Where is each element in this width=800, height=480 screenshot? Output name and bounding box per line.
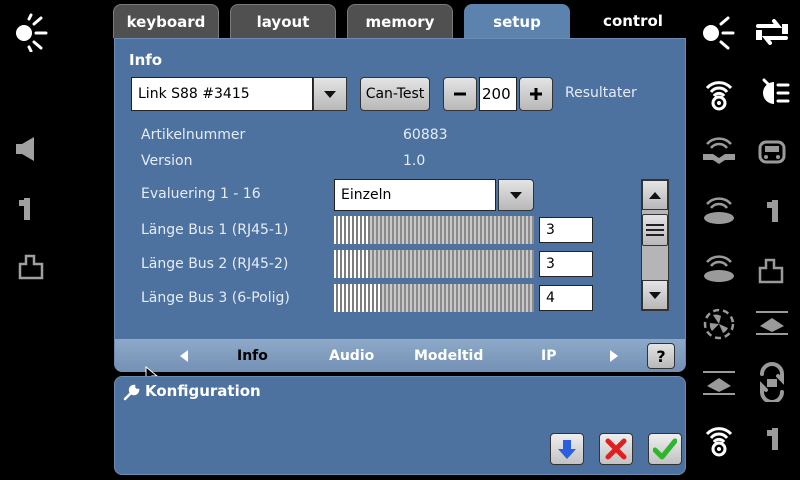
article-label: Artikelnummer xyxy=(141,127,246,143)
tab-memory-label: memory xyxy=(365,12,435,31)
version-label: Version xyxy=(141,153,193,169)
cab-light-icon[interactable] xyxy=(750,130,794,170)
coupler-icon[interactable] xyxy=(750,190,794,230)
pantograph-icon[interactable] xyxy=(697,362,741,402)
bus-length-label: Länge Bus 1 (RJ45-1) xyxy=(141,222,289,238)
bus-length-label: Länge Bus 3 (6-Polig) xyxy=(141,290,290,306)
can-test-button[interactable]: Can-Test xyxy=(360,77,430,111)
sub-tab-info[interactable]: Info xyxy=(237,339,268,372)
bus-length-slider[interactable] xyxy=(334,250,534,278)
sub-tab-bar: Info Audio Modeltid IP ? xyxy=(115,339,685,372)
tab-layout[interactable]: layout xyxy=(230,4,336,38)
tab-setup[interactable]: setup xyxy=(464,4,570,40)
bus-length-value-field[interactable]: 4 xyxy=(539,285,593,311)
arrow-down-icon xyxy=(558,440,576,459)
shunting-icon[interactable] xyxy=(750,362,794,402)
can-test-label: Can-Test xyxy=(365,86,425,102)
coupler-icon[interactable] xyxy=(2,188,46,228)
scrollbar[interactable] xyxy=(641,179,669,311)
tab-memory[interactable]: memory xyxy=(347,4,453,38)
device-select-value: Link S88 #3415 xyxy=(138,86,250,102)
tab-control-label: control xyxy=(603,12,663,30)
chevron-down-icon xyxy=(510,191,522,199)
bus-length-slider[interactable] xyxy=(334,284,534,312)
radio-signal-icon[interactable] xyxy=(697,72,741,112)
article-value: 60883 xyxy=(403,127,448,143)
bus-length-slider-fill xyxy=(334,250,370,278)
bus-length-slider-fill xyxy=(334,284,382,312)
chevron-down-icon xyxy=(649,291,661,299)
high-beam-icon[interactable] xyxy=(750,72,794,112)
cancel-button[interactable] xyxy=(599,433,633,465)
fan-icon[interactable] xyxy=(697,302,741,342)
sub-tab-prev-button[interactable] xyxy=(179,339,189,372)
light-icon[interactable] xyxy=(697,12,741,52)
result-value-field[interactable]: 200 xyxy=(479,77,517,111)
bus-length-slider-fill xyxy=(334,216,370,244)
device-select-dropdown-button[interactable] xyxy=(313,77,347,111)
sub-tab-audio-label: Audio xyxy=(329,347,375,364)
bus-length-value-field[interactable]: 3 xyxy=(539,217,593,243)
swap-icon[interactable] xyxy=(750,12,794,52)
chevron-down-icon xyxy=(324,90,336,98)
radio-signal-icon[interactable] xyxy=(697,418,741,458)
device-select[interactable]: Link S88 #3415 xyxy=(131,77,313,111)
chevron-right-icon xyxy=(610,349,618,362)
configuration-panel: Konfiguration xyxy=(114,376,686,475)
close-icon xyxy=(605,438,627,460)
tab-keyboard-label: keyboard xyxy=(126,12,206,31)
scroll-up-button[interactable] xyxy=(642,180,668,210)
confirm-button[interactable] xyxy=(648,433,682,465)
sub-tab-ip-label: IP xyxy=(541,347,557,364)
radio-speech-icon[interactable] xyxy=(697,248,741,288)
increment-button[interactable] xyxy=(519,77,553,111)
setup-panel: Info Link S88 #3415 Can-Test 200 Resulta… xyxy=(114,38,686,372)
checkmark-icon xyxy=(653,438,677,460)
coupler-icon[interactable] xyxy=(750,418,794,458)
tab-layout-label: layout xyxy=(256,12,310,31)
tab-setup-label: setup xyxy=(493,13,541,31)
evaluation-label: Evaluering 1 - 16 xyxy=(141,186,261,202)
sub-tab-ip[interactable]: IP xyxy=(541,339,556,372)
chevron-left-icon xyxy=(180,349,188,362)
tab-keyboard[interactable]: keyboard xyxy=(113,4,219,38)
scroll-down-button[interactable] xyxy=(642,280,668,310)
horn-icon[interactable] xyxy=(2,128,46,168)
uncoupler-icon[interactable] xyxy=(750,248,794,288)
result-label: Resultater xyxy=(565,85,637,101)
configuration-header: Konfiguration xyxy=(145,382,261,400)
decrement-button[interactable] xyxy=(443,77,477,111)
scrollbar-thumb[interactable] xyxy=(642,214,668,246)
signal-horn-icon[interactable] xyxy=(697,130,741,170)
sub-tab-modeltid-label: Modeltid xyxy=(414,347,484,364)
chevron-up-icon xyxy=(649,191,661,199)
sub-tab-audio[interactable]: Audio xyxy=(329,339,374,372)
help-label: ? xyxy=(656,346,666,366)
bus-length-slider[interactable] xyxy=(334,216,534,244)
bus-length-value-field[interactable]: 3 xyxy=(539,251,593,277)
sub-tab-next-button[interactable] xyxy=(609,339,619,372)
minus-icon xyxy=(454,92,466,96)
pantograph-icon[interactable] xyxy=(750,302,794,342)
light-icon[interactable] xyxy=(10,12,54,52)
wrench-icon xyxy=(123,384,140,401)
evaluation-select[interactable]: Einzeln xyxy=(334,179,496,211)
bus-length-label: Länge Bus 2 (RJ45-2) xyxy=(141,256,289,272)
uncoupler-icon[interactable] xyxy=(10,244,54,284)
info-header: Info xyxy=(129,51,163,69)
evaluation-select-value: Einzeln xyxy=(341,187,392,203)
help-button[interactable]: ? xyxy=(647,343,675,369)
sub-tab-modeltid[interactable]: Modeltid xyxy=(414,339,483,372)
version-value: 1.0 xyxy=(403,153,426,169)
evaluation-dropdown-button[interactable] xyxy=(498,179,534,211)
plus-icon xyxy=(530,88,542,100)
tab-control[interactable]: control xyxy=(580,4,686,38)
grip-icon xyxy=(646,224,664,236)
result-value: 200 xyxy=(482,85,511,103)
radio-speech-icon[interactable] xyxy=(697,190,741,230)
sub-tab-info-label: Info xyxy=(237,347,268,364)
move-down-button[interactable] xyxy=(550,433,584,465)
